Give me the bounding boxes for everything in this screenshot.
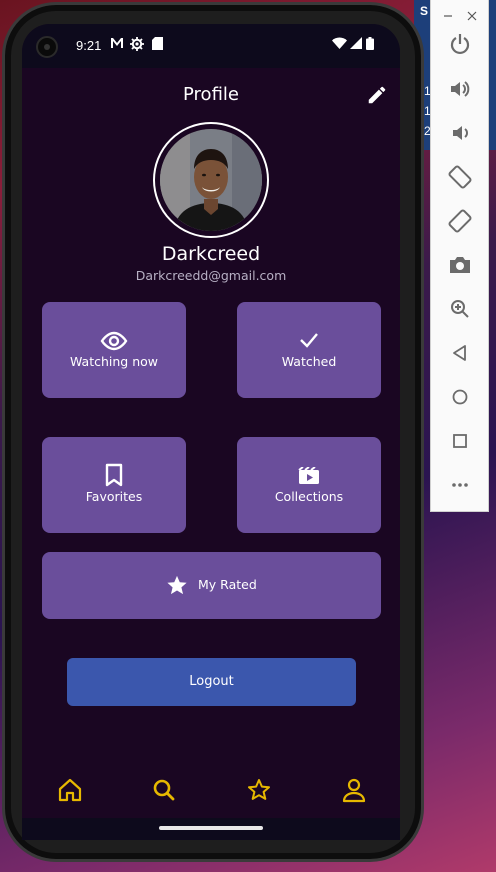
check-icon	[299, 332, 319, 352]
video-library-icon	[298, 466, 320, 489]
volume-down-icon[interactable]	[446, 119, 474, 147]
battery-icon	[366, 37, 374, 53]
home-gesture-pill[interactable]	[159, 826, 263, 830]
gesture-bar	[22, 818, 400, 840]
power-icon[interactable]	[446, 30, 474, 58]
rotate-right-icon[interactable]	[446, 207, 474, 235]
eye-icon	[100, 330, 128, 356]
bookmark-icon	[105, 463, 123, 491]
more-icon[interactable]	[446, 471, 474, 499]
background-window-text: S	[420, 4, 429, 18]
rotate-left-icon[interactable]	[446, 163, 474, 191]
favorites-tile[interactable]: Favorites	[42, 437, 186, 533]
page-title: Profile	[183, 84, 239, 105]
logout-button[interactable]: Logout	[67, 658, 356, 706]
home-circle-icon[interactable]	[446, 383, 474, 411]
mail-icon	[110, 37, 124, 52]
close-icon[interactable]	[467, 6, 477, 25]
camera-icon[interactable]	[446, 251, 474, 279]
edit-icon[interactable]	[366, 84, 388, 106]
status-time: 9:21	[76, 38, 102, 53]
sd-card-icon	[152, 37, 163, 53]
my-rated-tile[interactable]: My Rated	[42, 552, 381, 619]
star-icon	[166, 574, 188, 600]
avatar[interactable]	[153, 122, 269, 238]
front-camera	[36, 36, 58, 58]
wifi-icon	[332, 37, 347, 52]
collections-label: Collections	[274, 489, 344, 504]
my-rated-label: My Rated	[198, 577, 257, 592]
overview-icon[interactable]	[446, 427, 474, 455]
app-screen: 9:21 Profile Darkcreed Darkcreedd@gmail.…	[22, 24, 400, 818]
collections-tile[interactable]: Collections	[237, 437, 381, 533]
watching-now-label: Watching now	[69, 354, 158, 369]
volume-up-icon[interactable]	[446, 75, 474, 103]
cell-signal-icon	[350, 37, 362, 52]
back-icon[interactable]	[446, 339, 474, 367]
user-email: Darkcreedd@gmail.com	[135, 268, 287, 283]
settings-icon	[130, 37, 144, 54]
home-icon[interactable]	[56, 776, 84, 804]
user-name: Darkcreed	[161, 243, 261, 265]
bottom-navigation	[22, 764, 400, 818]
favorites-label: Favorites	[85, 489, 143, 504]
watched-label: Watched	[281, 354, 337, 369]
zoom-icon[interactable]	[446, 295, 474, 323]
star-icon[interactable]	[245, 776, 273, 804]
watching-now-tile[interactable]: Watching now	[42, 302, 186, 398]
minimize-icon[interactable]	[443, 6, 453, 25]
watched-tile[interactable]: Watched	[237, 302, 381, 398]
search-icon[interactable]	[150, 776, 178, 804]
avatar-photo	[160, 129, 262, 231]
person-icon[interactable]	[340, 776, 368, 804]
emulator-toolbar	[430, 0, 489, 512]
status-bar: 9:21	[22, 24, 400, 68]
